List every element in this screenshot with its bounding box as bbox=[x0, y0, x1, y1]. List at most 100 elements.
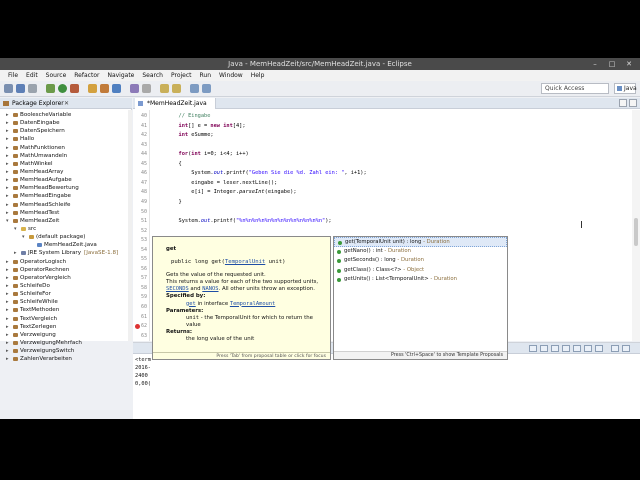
maximize-panel-icon[interactable] bbox=[622, 345, 630, 352]
tree-item[interactable]: ▸ BoolescheVariable bbox=[0, 111, 132, 119]
tree-item[interactable]: ▾ MemHeadZeit bbox=[0, 217, 132, 225]
collapsed-chevron-icon[interactable]: ▸ bbox=[6, 274, 9, 282]
new-icon[interactable] bbox=[4, 84, 13, 93]
tree-item[interactable]: ▸ ZahlenVerarbeiten bbox=[0, 355, 132, 363]
collapsed-chevron-icon[interactable]: ▸ bbox=[6, 209, 9, 217]
explorer-scrollbar[interactable] bbox=[128, 110, 132, 341]
pin-console-icon[interactable] bbox=[573, 345, 581, 352]
new-java-project-icon[interactable] bbox=[88, 84, 97, 93]
proposal-item[interactable]: getSeconds() : long - Duration bbox=[334, 256, 507, 266]
tree-item[interactable]: ▸ MathFunktionen bbox=[0, 144, 132, 152]
tree-item[interactable]: ▾ src bbox=[0, 225, 132, 233]
menu-item-navigate[interactable]: Navigate bbox=[103, 70, 138, 81]
open-type-icon[interactable] bbox=[130, 84, 139, 93]
tree-item[interactable]: ▸ VerzweigungMehrfach bbox=[0, 339, 132, 347]
menu-item-refactor[interactable]: Refactor bbox=[70, 70, 103, 81]
tree-item[interactable]: ▸ JRE System Library [JavaSE-1.8] bbox=[0, 249, 132, 257]
minimize-icon[interactable]: – bbox=[588, 59, 602, 69]
menu-item-run[interactable]: Run bbox=[196, 70, 216, 81]
proposal-item[interactable]: getUnits() : List<TemporalUnit> - Durati… bbox=[334, 275, 507, 285]
tree-item[interactable]: ▸ VerzweigungSwitch bbox=[0, 347, 132, 355]
terminate-icon[interactable] bbox=[529, 345, 537, 352]
proposal-item[interactable]: get(TemporalUnit unit) : long - Duration bbox=[334, 237, 507, 247]
collapsed-chevron-icon[interactable]: ▸ bbox=[6, 266, 9, 274]
tree-item[interactable]: ▸ MathUmwandeln bbox=[0, 152, 132, 160]
collapsed-chevron-icon[interactable]: ▸ bbox=[6, 168, 9, 176]
collapsed-chevron-icon[interactable]: ▸ bbox=[6, 331, 9, 339]
expanded-chevron-icon[interactable]: ▾ bbox=[22, 233, 25, 241]
tree-item[interactable]: ▸ MemHeadEingabe bbox=[0, 192, 132, 200]
collapsed-chevron-icon[interactable]: ▸ bbox=[6, 347, 9, 355]
tree-item[interactable]: ▸ DatenEingabe bbox=[0, 119, 132, 127]
debug-icon[interactable] bbox=[46, 84, 55, 93]
collapsed-chevron-icon[interactable]: ▸ bbox=[6, 144, 9, 152]
annotation-prev-icon[interactable] bbox=[172, 84, 181, 93]
menu-item-source[interactable]: Source bbox=[42, 70, 71, 81]
tree-item[interactable]: ▾ (default package) bbox=[0, 233, 132, 241]
collapsed-chevron-icon[interactable]: ▸ bbox=[6, 306, 9, 314]
nanos-link[interactable]: NANOS bbox=[202, 286, 218, 292]
external-tools-icon[interactable] bbox=[70, 84, 79, 93]
scroll-lock-icon[interactable] bbox=[562, 345, 570, 352]
back-icon[interactable] bbox=[190, 84, 199, 93]
tree-item[interactable]: ▸ SchleifeWhile bbox=[0, 298, 132, 306]
proposal-item[interactable]: getClass() : Class<?> - Object bbox=[334, 266, 507, 276]
collapsed-chevron-icon[interactable]: ▸ bbox=[6, 315, 9, 323]
tree-item[interactable]: ▸ OperatorLogisch bbox=[0, 258, 132, 266]
collapsed-chevron-icon[interactable]: ▸ bbox=[6, 298, 9, 306]
minimize-editor-icon[interactable] bbox=[619, 99, 627, 107]
menu-item-project[interactable]: Project bbox=[167, 70, 196, 81]
collapsed-chevron-icon[interactable]: ▸ bbox=[6, 152, 9, 160]
expanded-chevron-icon[interactable]: ▾ bbox=[14, 225, 17, 233]
tree-item[interactable]: ▸ SchleifeFor bbox=[0, 290, 132, 298]
tree-item[interactable]: ▸ Verzweigung bbox=[0, 331, 132, 339]
tree-item[interactable]: ▸ DatenSpeichern bbox=[0, 127, 132, 135]
collapsed-chevron-icon[interactable]: ▸ bbox=[6, 282, 9, 290]
collapsed-chevron-icon[interactable]: ▸ bbox=[6, 323, 9, 331]
collapsed-chevron-icon[interactable]: ▸ bbox=[6, 176, 9, 184]
search-icon[interactable] bbox=[142, 84, 151, 93]
editor-scrollbar[interactable] bbox=[632, 110, 640, 341]
proposal-item[interactable]: getNano() : int - Duration bbox=[334, 247, 507, 257]
collapsed-chevron-icon[interactable]: ▸ bbox=[6, 201, 9, 209]
new-class-icon[interactable] bbox=[112, 84, 121, 93]
tree-item[interactable]: ▸ OperatorRechnen bbox=[0, 266, 132, 274]
remove-launch-icon[interactable] bbox=[540, 345, 548, 352]
menu-item-file[interactable]: File bbox=[4, 70, 22, 81]
editor-tab[interactable]: *MemHeadZeit.java bbox=[135, 98, 216, 109]
tree-item[interactable]: ▸ MemHeadAufgabe bbox=[0, 176, 132, 184]
collapsed-chevron-icon[interactable]: ▸ bbox=[14, 249, 17, 257]
collapsed-chevron-icon[interactable]: ▸ bbox=[6, 111, 9, 119]
tree-item[interactable]: ▸ TextMethoden bbox=[0, 306, 132, 314]
close-icon[interactable]: ✕ bbox=[622, 59, 636, 69]
tree-item[interactable]: ▸ MemHeadBewertung bbox=[0, 184, 132, 192]
annotation-next-icon[interactable] bbox=[160, 84, 169, 93]
new-package-icon[interactable] bbox=[100, 84, 109, 93]
tree-item[interactable]: MemHeadZeit.java bbox=[0, 241, 132, 249]
temporal-unit-link[interactable]: TemporalUnit bbox=[225, 259, 265, 265]
collapsed-chevron-icon[interactable]: ▸ bbox=[6, 192, 9, 200]
collapsed-chevron-icon[interactable]: ▸ bbox=[6, 127, 9, 135]
tree-item[interactable]: ▸ MathWinkel bbox=[0, 160, 132, 168]
tree-item[interactable]: ▸ MemHeadSchleife bbox=[0, 201, 132, 209]
scroll-thumb[interactable] bbox=[634, 218, 638, 246]
package-explorer-tab[interactable]: Package Explorer ✕ bbox=[0, 98, 132, 109]
tree-item[interactable]: ▸ OperatorVergleich bbox=[0, 274, 132, 282]
seconds-link[interactable]: SECONDS bbox=[166, 286, 189, 292]
tree-item[interactable]: ▸ SchleifeDo bbox=[0, 282, 132, 290]
save-all-icon[interactable] bbox=[28, 84, 37, 93]
forward-icon[interactable] bbox=[202, 84, 211, 93]
minimize-panel-icon[interactable] bbox=[611, 345, 619, 352]
menu-item-window[interactable]: Window bbox=[215, 70, 247, 81]
collapsed-chevron-icon[interactable]: ▸ bbox=[6, 135, 9, 143]
tree-item[interactable]: ▸ Hallo bbox=[0, 135, 132, 143]
menu-item-search[interactable]: Search bbox=[138, 70, 167, 81]
collapsed-chevron-icon[interactable]: ▸ bbox=[6, 290, 9, 298]
expanded-chevron-icon[interactable]: ▾ bbox=[6, 217, 9, 225]
get-link[interactable]: get bbox=[186, 301, 196, 307]
clear-console-icon[interactable] bbox=[551, 345, 559, 352]
collapsed-chevron-icon[interactable]: ▸ bbox=[6, 258, 9, 266]
tree-item[interactable]: ▸ TextZerlegen bbox=[0, 323, 132, 331]
temporal-amount-link[interactable]: TemporalAmount bbox=[230, 301, 275, 307]
menu-item-help[interactable]: Help bbox=[247, 70, 269, 81]
